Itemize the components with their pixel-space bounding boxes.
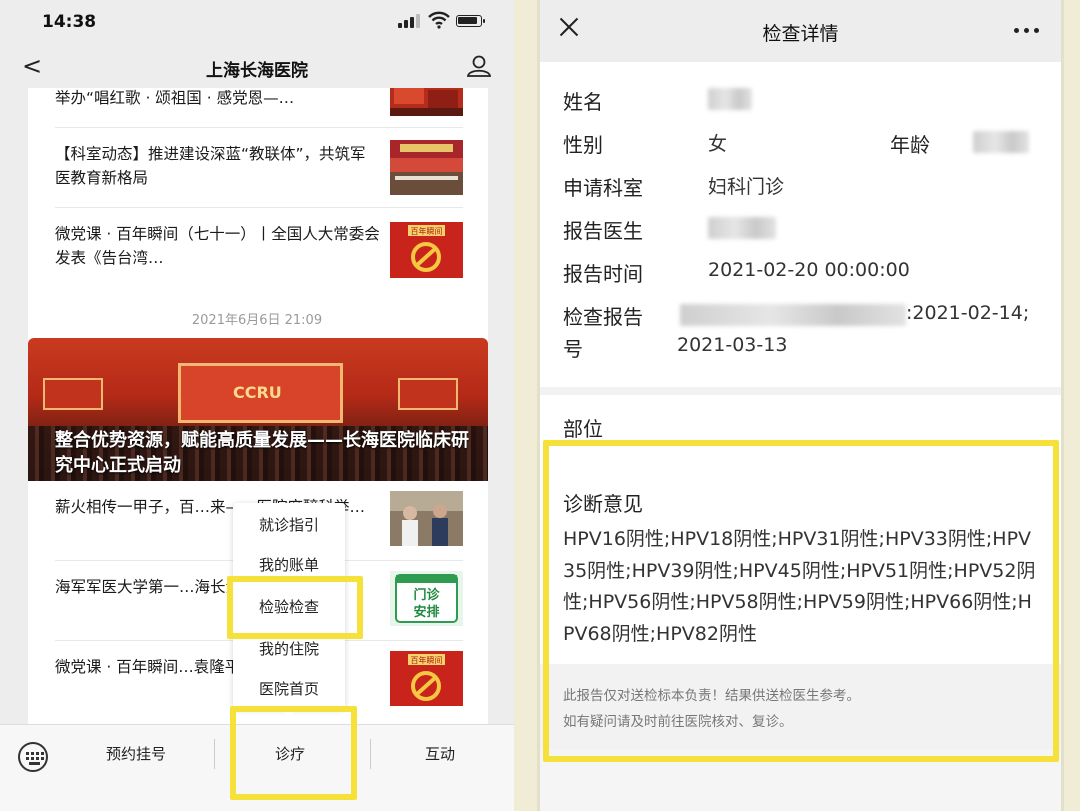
tab-interaction[interactable]: 互动: [425, 743, 455, 764]
report-time-value: 2021-02-20 00:00:00: [708, 259, 910, 281]
article-card: 举办“唱红歌 · 颂祖国 · 感党恩—… 【科室动态】推进建设深蓝“教联体”，共…: [28, 88, 488, 373]
disclaimer: 此报告仅对送检标本负责！结果供送检医生参考。 如有疑问请及时前往医院核对、复诊。: [540, 664, 1061, 750]
article-title: 微党课 · 百年瞬间（七十一）丨全国人大常委会发表《告台湾…: [55, 225, 380, 267]
position-label: 部位: [563, 417, 603, 441]
report-number-value: :2021-02-14;: [906, 302, 1030, 324]
redacted-doctor: [708, 217, 776, 239]
party-emblem-thumbnail: 百年瞬间: [390, 222, 463, 278]
bottom-tab-bar: 预约挂号 诊疗 互动: [0, 724, 514, 811]
section-divider: [540, 387, 1061, 395]
report-number-value-cont: 2021-03-13: [677, 334, 788, 356]
article-title: 举办“唱红歌 · 颂祖国 · 感党恩—…: [55, 89, 295, 107]
list-item[interactable]: 举办“唱红歌 · 颂祖国 · 感党恩—…: [28, 88, 488, 128]
conference-hall-thumbnail: [390, 140, 463, 195]
doctors-photo-thumbnail: [390, 491, 463, 546]
diagnosis-text: HPV16阴性;HPV18阴性;HPV31阴性;HPV33阴性;HPV35阴性;…: [563, 528, 1036, 645]
status-time: 14:38: [42, 12, 97, 32]
article-title: 【科室动态】推进建设深蓝“教联体”，共筑军医教育新格局: [55, 145, 366, 187]
battery-icon: [456, 15, 485, 27]
redacted-report-number: [680, 304, 906, 326]
thumbnail-caption: 百年瞬间: [411, 226, 443, 236]
menu-item-visit-guide[interactable]: 就诊指引: [233, 505, 345, 545]
redacted-age: [973, 131, 1029, 153]
treatment-popup-menu: 就诊指引 我的账单 检验检查 我的住院 医院首页: [233, 503, 345, 717]
party-emblem-thumbnail: 百年瞬间: [390, 651, 463, 706]
menu-item-my-bills[interactable]: 我的账单: [233, 545, 345, 585]
gender-label: 性别: [563, 133, 603, 157]
thumbnail-caption: 安排: [413, 604, 439, 620]
signal-icon: [398, 14, 420, 28]
wifi-icon: [428, 11, 450, 29]
more-icon[interactable]: [1012, 28, 1042, 34]
page-title: 检查详情: [762, 23, 839, 45]
menu-item-lab-tests[interactable]: 检验检查: [233, 587, 345, 627]
red-banner-thumbnail: [390, 88, 463, 116]
nav-bar: < 上海长海医院: [0, 44, 514, 88]
divider: [214, 739, 215, 769]
diagnosis-section: 诊断意见 HPV16阴性;HPV18阴性;HPV31阴性;HPV33阴性;HPV…: [540, 450, 1061, 750]
disclaimer-line: 此报告仅对送检标本负责！结果供送检医生参考。: [563, 688, 860, 704]
thumbnail-caption: 百年瞬间: [411, 655, 443, 665]
clinic-schedule-thumbnail: 门诊 安排: [390, 571, 463, 626]
profile-icon[interactable]: [466, 54, 492, 78]
right-phone-screen: 检查详情 姓名 性别 女 年龄 申请科室 妇科门诊 报告医生 报告时间 2021…: [537, 0, 1064, 811]
department-value: 妇科门诊: [708, 176, 785, 198]
detail-header: 检查详情: [540, 0, 1061, 62]
age-label: 年龄: [890, 133, 930, 157]
menu-item-hospital-home[interactable]: 医院首页: [233, 669, 345, 709]
patient-info-section: 姓名 性别 女 年龄 申请科室 妇科门诊 报告医生 报告时间 2021-02-2…: [540, 62, 1061, 387]
list-item[interactable]: 微党课 · 百年瞬间（七十一）丨全国人大常委会发表《告台湾… 百年瞬间: [28, 208, 488, 296]
keyboard-icon[interactable]: [18, 742, 48, 772]
left-phone-screen: 14:38 < 上海长海医院 举办“唱红歌 · 颂祖国 · 感党恩—… 【科室动…: [0, 0, 514, 811]
divider: [370, 739, 371, 769]
tab-appointment[interactable]: 预约挂号: [106, 743, 166, 764]
department-label: 申请科室: [563, 176, 643, 200]
name-label: 姓名: [563, 90, 603, 114]
banner-logo: CCRU: [233, 383, 282, 402]
status-bar: 14:38: [0, 0, 514, 44]
menu-item-my-hospitalization[interactable]: 我的住院: [233, 629, 345, 669]
bottom-area: [540, 750, 1061, 811]
redacted-name: [708, 88, 752, 110]
timestamp: 2021年6月6日 21:09: [191, 313, 323, 328]
diagnosis-title: 诊断意见: [563, 492, 643, 516]
banner-screen: [398, 378, 458, 410]
list-item[interactable]: 【科室动态】推进建设深蓝“教联体”，共筑军医教育新格局: [28, 128, 488, 208]
gender-value: 女: [708, 133, 728, 155]
report-number-label-suffix: 号: [563, 337, 583, 361]
report-time-label: 报告时间: [563, 262, 643, 286]
doctor-label: 报告医生: [563, 219, 643, 243]
featured-article-title: 整合优势资源，赋能高质量发展——长海医院临床研究中心正式启动: [55, 430, 469, 476]
banner-screen: [43, 378, 103, 410]
position-section: 部位: [540, 395, 1061, 450]
tab-treatment[interactable]: 诊疗: [275, 743, 305, 764]
thumbnail-caption: 门诊: [413, 587, 440, 603]
page-title: 上海长海医院: [206, 61, 308, 81]
disclaimer-line: 如有疑问请及时前往医院核对、复诊。: [563, 714, 793, 730]
report-number-label: 检查报告: [563, 305, 643, 329]
featured-article-banner[interactable]: CCRU 整合优势资源，赋能高质量发展——长海医院临床研究中心正式启动: [28, 338, 488, 481]
